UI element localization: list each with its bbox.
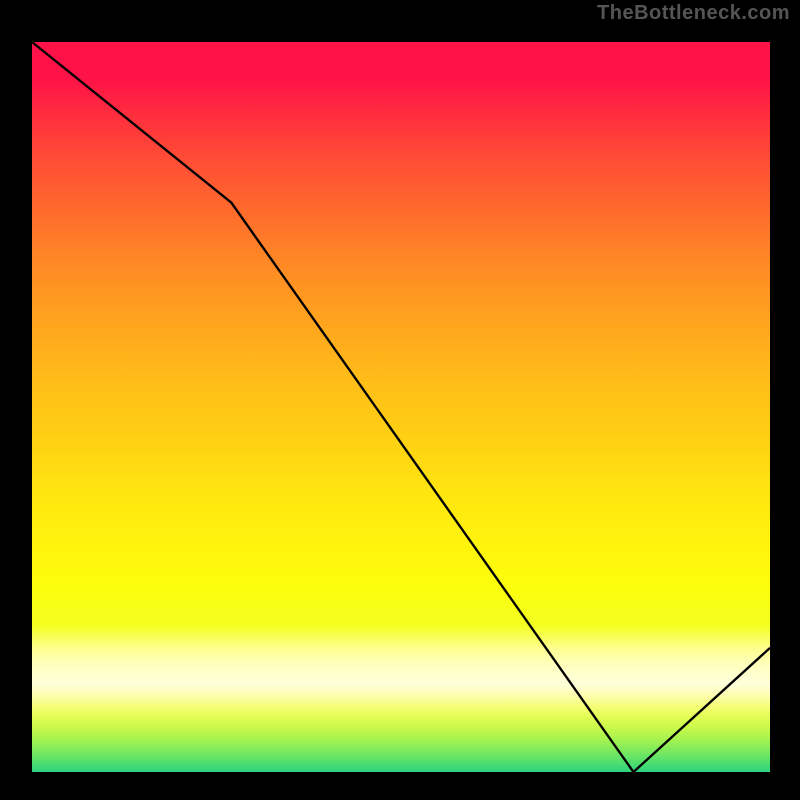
bottleneck-curve [32,42,770,772]
plot-area [22,32,780,782]
chart-frame: TheBottleneck.com [0,0,800,800]
watermark-text: TheBottleneck.com [597,2,790,25]
